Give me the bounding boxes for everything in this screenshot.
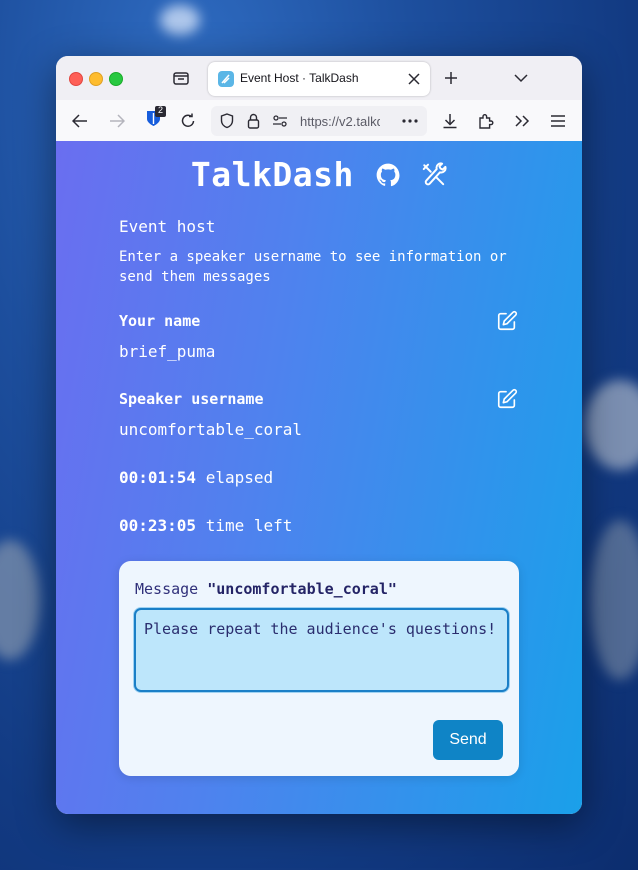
background-dolphin-right-low [590, 520, 638, 680]
message-prefix: Message [135, 580, 199, 598]
speaker-username-value: uncomfortable_coral [119, 420, 303, 439]
time-left: 00:23:05 [119, 516, 197, 535]
background-dolphin-left [0, 540, 40, 660]
send-button[interactable]: Send [433, 720, 503, 760]
brand-header: TalkDash [56, 155, 582, 201]
url-text[interactable]: https://v2.talkdash.app [300, 114, 380, 129]
speaker-username-label: Speaker username [119, 390, 264, 408]
tab-overview-icon[interactable] [171, 68, 191, 88]
tab-list-chevron-down-icon[interactable] [512, 69, 530, 87]
page-content: TalkDash Event host Enter a speaker user… [56, 141, 582, 814]
github-icon[interactable] [375, 162, 401, 188]
background-light [160, 5, 200, 35]
close-window-button[interactable] [69, 72, 83, 86]
shield-icon[interactable] [218, 112, 236, 130]
background-dolphin-right [585, 380, 638, 470]
browser-window: Event Host · TalkDash 2 https://v2.talk … [56, 56, 582, 814]
message-card: Message "uncomfortable_coral" Please rep… [119, 561, 519, 776]
extension-badge-count: 2 [158, 105, 164, 115]
back-arrow-icon[interactable] [70, 111, 90, 131]
page-actions-ellipsis-icon[interactable] [400, 112, 420, 130]
message-input[interactable]: Please repeat the audience's questions! [134, 608, 509, 692]
nav-toolbar: 2 https://v2.talkdash.app [56, 100, 582, 142]
minimize-window-button[interactable] [89, 72, 103, 86]
tools-icon[interactable] [421, 161, 447, 188]
elapsed-row: 00:01:54 elapsed [119, 468, 273, 487]
your-name-value: brief_puma [119, 342, 216, 361]
your-name-label: Your name [119, 312, 201, 330]
new-tab-icon[interactable] [442, 69, 460, 87]
time-left-suffix: time left [205, 516, 293, 535]
edit-name-pencil-icon[interactable] [496, 310, 518, 332]
zoom-window-button[interactable] [109, 72, 123, 86]
downloads-icon[interactable] [440, 111, 460, 131]
elapsed-suffix: elapsed [205, 468, 274, 487]
lock-icon[interactable] [244, 112, 262, 130]
tab-title: Event Host · TalkDash [240, 71, 359, 85]
time-left-row: 00:23:05 time left [119, 516, 292, 535]
extension-bitwarden-icon[interactable]: 2 [144, 105, 166, 128]
extensions-puzzle-icon[interactable] [476, 111, 496, 131]
forward-arrow-icon[interactable] [107, 111, 127, 131]
hamburger-menu-icon[interactable] [548, 111, 568, 131]
more-tools-chevrons-icon[interactable] [512, 111, 532, 131]
brand-title[interactable]: TalkDash [191, 155, 354, 194]
permissions-icon[interactable] [271, 112, 289, 130]
tab-bar: Event Host · TalkDash [56, 56, 582, 100]
elapsed-time: 00:01:54 [119, 468, 197, 487]
message-label: Message "uncomfortable_coral" [135, 580, 397, 598]
close-tab-icon[interactable] [406, 71, 422, 87]
page-heading: Event host [119, 217, 216, 236]
active-tab[interactable]: Event Host · TalkDash [208, 62, 430, 96]
talkdash-favicon-icon [218, 71, 234, 87]
message-target: "uncomfortable_coral" [207, 580, 397, 598]
reload-icon[interactable] [178, 111, 198, 131]
edit-speaker-pencil-icon[interactable] [496, 388, 518, 410]
page-description: Enter a speaker username to see informat… [119, 249, 507, 285]
url-bar[interactable]: https://v2.talkdash.app [211, 106, 427, 136]
